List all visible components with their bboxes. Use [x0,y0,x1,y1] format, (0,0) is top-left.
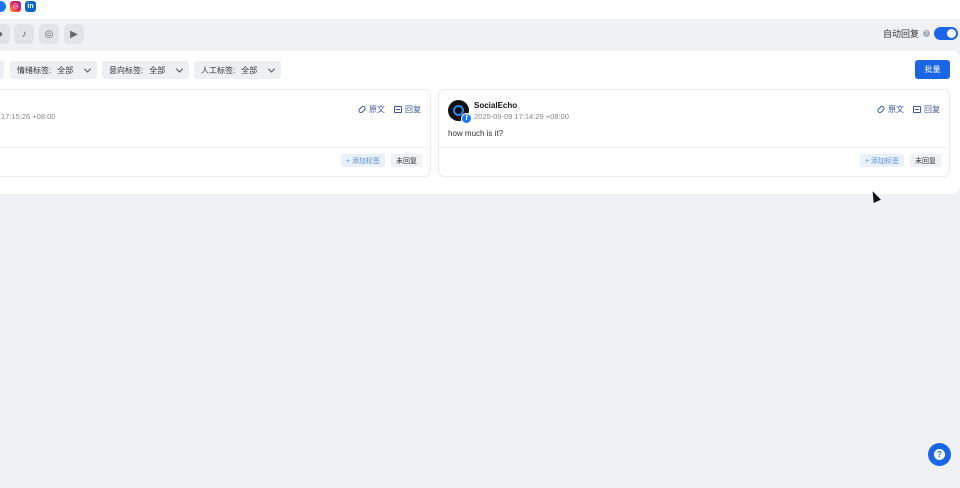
author-name: SocialEcho [474,101,518,110]
tiktok-icon[interactable]: ♪ [14,24,34,44]
card-divider [439,147,949,148]
linkedin-icon[interactable]: in [25,0,36,12]
help-icon[interactable]: ? [923,30,930,37]
filter-label: 人工标签: [201,65,236,75]
reply-link[interactable]: 回复 [394,104,421,115]
chat-icon [394,106,402,113]
facebook-badge-icon: f [461,113,472,124]
social-links: ◎ in [0,0,36,12]
filter-label: 情绪标签: [17,65,52,75]
reply-label: 回复 [405,105,421,114]
chevron-down-icon [268,65,276,73]
status-badge: 未回复 [910,154,941,167]
message-card: 17:15:26 +08:00 原文 回复 + 添加标签 未回复 [0,89,431,177]
chevron-down-icon [84,65,92,73]
reply-link[interactable]: 回复 [913,104,940,115]
intent-tag-filter[interactable]: 意向标签: 全部 [102,61,190,79]
message-card: f SocialEcho 2025-09-09 17:14:29 +08:00 … [438,89,950,177]
help-button[interactable]: ? [928,443,951,466]
status-badge: 未回复 [391,154,422,167]
card-divider [0,147,430,148]
chevron-down-icon [176,65,184,73]
auto-reply-control: 自动回复 ? [883,27,958,40]
view-source-link[interactable]: 原文 [357,104,385,115]
filter-partial[interactable] [0,61,4,79]
filter-value: 全部 [241,65,258,75]
auto-reply-label: 自动回复 [882,29,919,39]
partial-platform-icon[interactable]: ● [0,24,10,44]
filter-label: 意向标签: [109,65,144,75]
link-icon [357,104,367,115]
reply-label: 回复 [924,105,940,114]
platform-filter-row: ● ♪ ◎ ▶ 自动回复 ? [0,24,960,46]
batch-button[interactable]: 批量 [915,60,950,79]
message-time: 2025-09-09 17:14:29 +08:00 [474,112,569,121]
instagram-icon[interactable]: ◎ [10,0,21,12]
link-icon [876,104,886,115]
view-source-label: 原文 [369,105,385,114]
filter-value: 全部 [149,65,166,75]
avatar: f [448,100,472,124]
question-icon: ? [934,449,945,460]
message-text: how much is it? [448,129,504,138]
manual-tag-filter[interactable]: 人工标签: 全部 [194,61,282,79]
add-tag-button[interactable]: + 添加标签 [860,154,905,167]
filter-value: 全部 [57,65,74,75]
facebook-icon[interactable] [0,0,6,12]
chat-icon [913,106,921,113]
top-bar: ◎ in [0,0,960,19]
youtube-icon[interactable]: ▶ [64,24,84,44]
view-source-link[interactable]: 原文 [876,104,904,115]
view-source-label: 原文 [888,105,904,114]
auto-reply-toggle[interactable] [934,27,958,40]
emotion-tag-filter[interactable]: 情绪标签: 全部 [10,61,98,79]
instagram-icon[interactable]: ◎ [39,24,59,44]
add-tag-button[interactable]: + 添加标签 [341,154,386,167]
message-time: 17:15:26 +08:00 [1,112,56,121]
